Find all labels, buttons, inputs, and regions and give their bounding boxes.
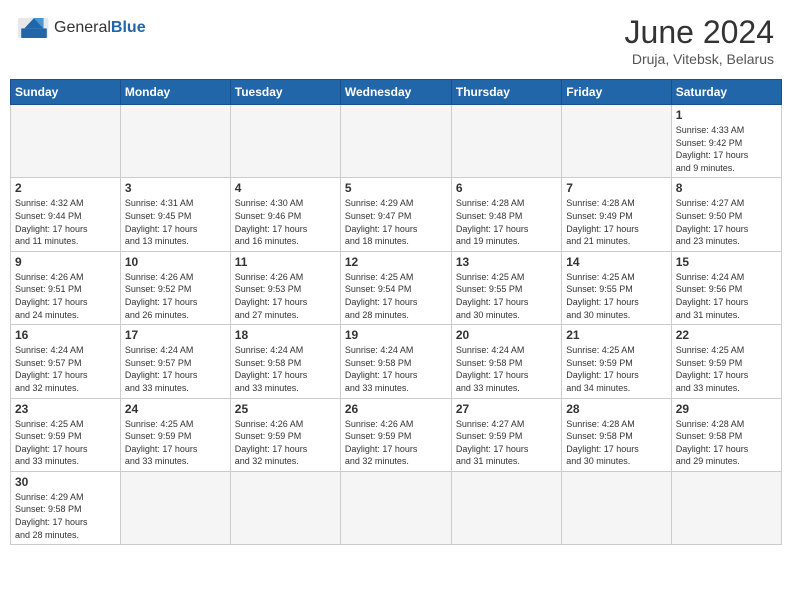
day-21: 21 Sunrise: 4:25 AM Sunset: 9:59 PM Dayl… — [562, 325, 671, 398]
empty-cell — [671, 471, 781, 544]
empty-cell — [451, 105, 561, 178]
header-tuesday: Tuesday — [230, 80, 340, 105]
day-28: 28 Sunrise: 4:28 AM Sunset: 9:58 PM Dayl… — [562, 398, 671, 471]
day-27: 27 Sunrise: 4:27 AM Sunset: 9:59 PM Dayl… — [451, 398, 561, 471]
day-14: 14 Sunrise: 4:25 AM Sunset: 9:55 PM Dayl… — [562, 251, 671, 324]
day-18: 18 Sunrise: 4:24 AM Sunset: 9:58 PM Dayl… — [230, 325, 340, 398]
empty-cell — [230, 105, 340, 178]
day-25: 25 Sunrise: 4:26 AM Sunset: 9:59 PM Dayl… — [230, 398, 340, 471]
week-row-6: 30 Sunrise: 4:29 AM Sunset: 9:58 PM Dayl… — [11, 471, 782, 544]
empty-cell — [562, 105, 671, 178]
day-8: 8 Sunrise: 4:27 AM Sunset: 9:50 PM Dayli… — [671, 178, 781, 251]
day-4: 4 Sunrise: 4:30 AM Sunset: 9:46 PM Dayli… — [230, 178, 340, 251]
day-17: 17 Sunrise: 4:24 AM Sunset: 9:57 PM Dayl… — [120, 325, 230, 398]
day-5: 5 Sunrise: 4:29 AM Sunset: 9:47 PM Dayli… — [340, 178, 451, 251]
week-row-5: 23 Sunrise: 4:25 AM Sunset: 9:59 PM Dayl… — [11, 398, 782, 471]
header: GeneralBlue June 2024 Druja, Vitebsk, Be… — [10, 10, 782, 71]
day-26: 26 Sunrise: 4:26 AM Sunset: 9:59 PM Dayl… — [340, 398, 451, 471]
day-22: 22 Sunrise: 4:25 AM Sunset: 9:59 PM Dayl… — [671, 325, 781, 398]
header-thursday: Thursday — [451, 80, 561, 105]
empty-cell — [451, 471, 561, 544]
day-6: 6 Sunrise: 4:28 AM Sunset: 9:48 PM Dayli… — [451, 178, 561, 251]
logo-text: GeneralBlue — [54, 19, 146, 37]
empty-cell — [562, 471, 671, 544]
week-row-3: 9 Sunrise: 4:26 AM Sunset: 9:51 PM Dayli… — [11, 251, 782, 324]
header-sunday: Sunday — [11, 80, 121, 105]
empty-cell — [230, 471, 340, 544]
empty-cell — [340, 471, 451, 544]
day-30: 30 Sunrise: 4:29 AM Sunset: 9:58 PM Dayl… — [11, 471, 121, 544]
empty-cell — [340, 105, 451, 178]
day-2: 2 Sunrise: 4:32 AM Sunset: 9:44 PM Dayli… — [11, 178, 121, 251]
day-19: 19 Sunrise: 4:24 AM Sunset: 9:58 PM Dayl… — [340, 325, 451, 398]
calendar: Sunday Monday Tuesday Wednesday Thursday… — [10, 79, 782, 545]
title-area: June 2024 Druja, Vitebsk, Belarus — [625, 14, 774, 67]
day-3: 3 Sunrise: 4:31 AM Sunset: 9:45 PM Dayli… — [120, 178, 230, 251]
day-24: 24 Sunrise: 4:25 AM Sunset: 9:59 PM Dayl… — [120, 398, 230, 471]
week-row-4: 16 Sunrise: 4:24 AM Sunset: 9:57 PM Dayl… — [11, 325, 782, 398]
day-20: 20 Sunrise: 4:24 AM Sunset: 9:58 PM Dayl… — [451, 325, 561, 398]
empty-cell — [120, 471, 230, 544]
logo: GeneralBlue — [18, 14, 146, 42]
day-16: 16 Sunrise: 4:24 AM Sunset: 9:57 PM Dayl… — [11, 325, 121, 398]
location: Druja, Vitebsk, Belarus — [625, 51, 774, 67]
week-row-2: 2 Sunrise: 4:32 AM Sunset: 9:44 PM Dayli… — [11, 178, 782, 251]
logo-icon — [18, 14, 50, 42]
day-13: 13 Sunrise: 4:25 AM Sunset: 9:55 PM Dayl… — [451, 251, 561, 324]
day-10: 10 Sunrise: 4:26 AM Sunset: 9:52 PM Dayl… — [120, 251, 230, 324]
day-15: 15 Sunrise: 4:24 AM Sunset: 9:56 PM Dayl… — [671, 251, 781, 324]
week-row-1: 1 Sunrise: 4:33 AM Sunset: 9:42 PM Dayli… — [11, 105, 782, 178]
header-wednesday: Wednesday — [340, 80, 451, 105]
header-saturday: Saturday — [671, 80, 781, 105]
header-friday: Friday — [562, 80, 671, 105]
day-7: 7 Sunrise: 4:28 AM Sunset: 9:49 PM Dayli… — [562, 178, 671, 251]
day-12: 12 Sunrise: 4:25 AM Sunset: 9:54 PM Dayl… — [340, 251, 451, 324]
day-11: 11 Sunrise: 4:26 AM Sunset: 9:53 PM Dayl… — [230, 251, 340, 324]
weekday-header-row: Sunday Monday Tuesday Wednesday Thursday… — [11, 80, 782, 105]
day-1: 1 Sunrise: 4:33 AM Sunset: 9:42 PM Dayli… — [671, 105, 781, 178]
month-title: June 2024 — [625, 14, 774, 51]
empty-cell — [11, 105, 121, 178]
day-9: 9 Sunrise: 4:26 AM Sunset: 9:51 PM Dayli… — [11, 251, 121, 324]
day-29: 29 Sunrise: 4:28 AM Sunset: 9:58 PM Dayl… — [671, 398, 781, 471]
empty-cell — [120, 105, 230, 178]
header-monday: Monday — [120, 80, 230, 105]
day-23: 23 Sunrise: 4:25 AM Sunset: 9:59 PM Dayl… — [11, 398, 121, 471]
